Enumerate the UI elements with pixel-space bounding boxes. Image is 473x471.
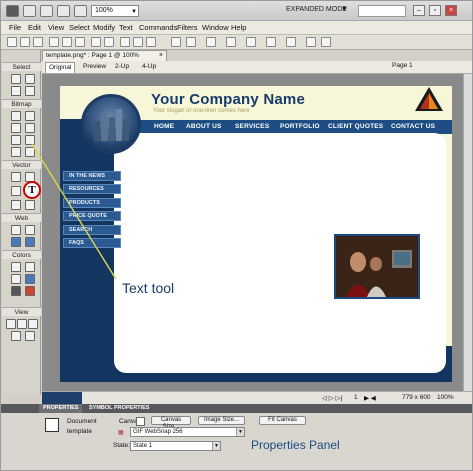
state-value: State 1 [133, 443, 153, 449]
tab-properties[interactable]: PROPERTIES [39, 404, 83, 413]
fireworks-window: 100% ▼ EXPANDED MODE ▼ – ▫ × File Edit Vi… [0, 0, 473, 471]
chevron-down-icon: ▼ [212, 442, 220, 450]
doc-name: template [67, 428, 92, 435]
properties-tabbar: PROPERTIES SYMBOL PROPERTIES [1, 404, 472, 413]
image-size-button[interactable]: Image Size... [198, 416, 245, 425]
state-select[interactable]: State 1 ▼ [130, 441, 221, 451]
status-bar: ◁ ▷ ▷| 1 ▶ ◀ 779 x 600 100% [42, 391, 472, 404]
tab-symbol-properties[interactable]: SYMBOL PROPERTIES [85, 404, 153, 413]
properties-panel-callout: Properties Panel [251, 438, 340, 452]
canvas-color-swatch[interactable] [136, 417, 145, 426]
fit-canvas-button[interactable]: Fit Canvas [259, 416, 306, 425]
frame-number: 1 [354, 394, 358, 401]
text-tool-callout: Text tool [122, 280, 175, 296]
state-label: State: [113, 442, 130, 449]
play-controls[interactable]: ◁ ▷ ▷| [322, 394, 342, 402]
chevron-down-icon: ▼ [236, 428, 244, 436]
export-format-select[interactable]: GIF WebSnap 256 ▼ [130, 427, 245, 437]
status-zoom[interactable]: 100% [437, 394, 454, 401]
canvas-size: 779 x 600 [402, 394, 431, 401]
format-icon: ▦ [118, 430, 124, 436]
frame-nav-icon[interactable]: ▶ ◀ [364, 394, 376, 402]
canvas-size-button[interactable]: Canvas Size... [151, 416, 191, 430]
doc-type-label: Document [67, 418, 97, 425]
page-thumbnail [42, 392, 82, 404]
export-format-value: GIF WebSnap 256 [133, 429, 183, 435]
document-icon [45, 418, 59, 432]
